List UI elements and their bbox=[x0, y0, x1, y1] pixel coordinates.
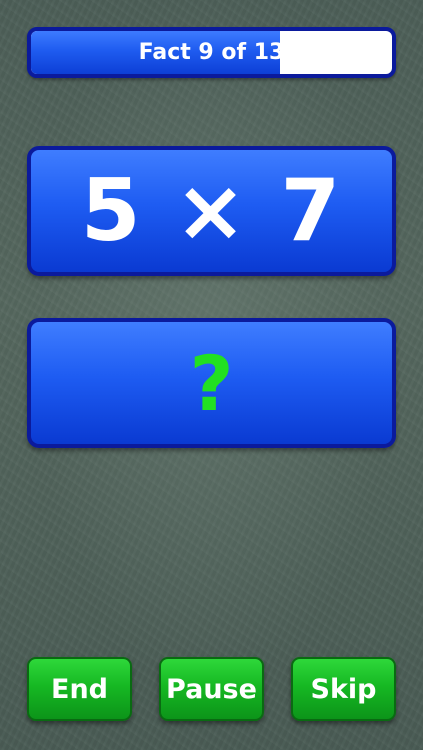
pause-button[interactable]: Pause bbox=[159, 657, 264, 721]
progress-bar: Fact 9 of 13 bbox=[27, 27, 396, 78]
end-button[interactable]: End bbox=[27, 657, 132, 721]
progress-label: Fact 9 of 13 bbox=[138, 40, 285, 65]
answer-panel[interactable]: ? bbox=[27, 318, 396, 448]
answer-placeholder: ? bbox=[189, 338, 234, 428]
question-panel: 5 × 7 bbox=[27, 146, 396, 276]
skip-button[interactable]: Skip bbox=[291, 657, 396, 721]
question-text: 5 × 7 bbox=[80, 161, 343, 261]
